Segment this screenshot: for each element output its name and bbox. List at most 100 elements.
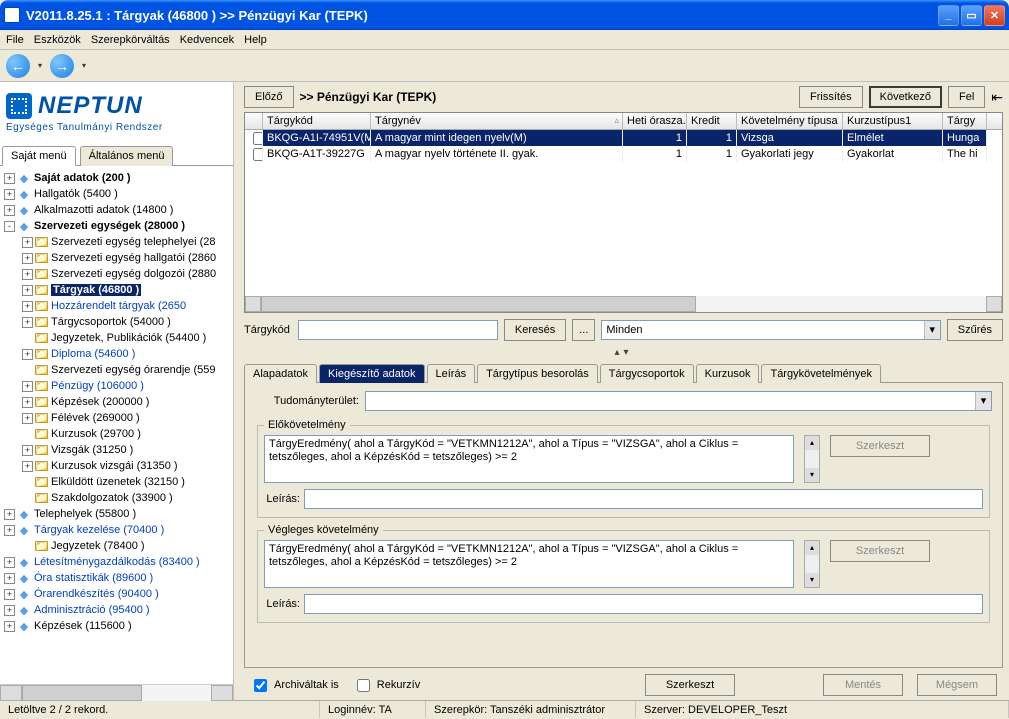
tree-item[interactable]: -Szervezeti egységek (28000 ) (2, 218, 231, 234)
grid-column-header[interactable]: Tárgykód (263, 113, 371, 129)
navigation-tree[interactable]: +Saját adatok (200 )+Hallgatók (5400 )+A… (0, 166, 233, 684)
tree-expand-icon[interactable]: - (4, 221, 15, 232)
menu-role[interactable]: Szerepkörváltás (91, 34, 170, 46)
tree-expand-icon[interactable]: + (22, 253, 33, 264)
tree-item[interactable]: +Tárgyak kezelése (70400 ) (2, 522, 231, 538)
tree-expand-icon[interactable]: + (4, 509, 15, 520)
row-checkbox[interactable] (253, 148, 263, 161)
row-checkbox[interactable] (253, 132, 263, 145)
grid-column-header[interactable] (245, 113, 263, 129)
recursive-checkbox[interactable]: Rekurzív (353, 676, 420, 695)
scroll-left-button[interactable] (0, 685, 22, 701)
tree-item[interactable]: Elküldött üzenetek (32150 ) (2, 474, 231, 490)
next-button[interactable]: Következő (869, 86, 942, 108)
finalreq-desc-input[interactable] (304, 594, 983, 614)
grid-column-header[interactable]: Kurzustípus1 (843, 113, 943, 129)
tree-expand-icon[interactable]: + (22, 269, 33, 280)
grid-column-header[interactable]: Kredit (687, 113, 737, 129)
tree-item[interactable]: Szakdolgozatok (33900 ) (2, 490, 231, 506)
search-button[interactable]: Keresés (504, 319, 566, 341)
tree-item[interactable]: +Telephelyek (55800 ) (2, 506, 231, 522)
tree-expand-icon[interactable]: + (22, 317, 33, 328)
filter-button[interactable]: Szűrés (947, 319, 1003, 341)
scroll-right-button[interactable] (211, 685, 233, 701)
tree-item[interactable]: +Pénzügy (106000 ) (2, 378, 231, 394)
tree-item[interactable]: +Tárgycsoportok (54000 ) (2, 314, 231, 330)
tree-expand-icon[interactable]: + (4, 557, 15, 568)
edit-button[interactable]: Szerkeszt (645, 674, 735, 696)
tree-item[interactable]: +Szervezeti egység telephelyei (28 (2, 234, 231, 250)
tree-item[interactable]: Jegyzetek (78400 ) (2, 538, 231, 554)
grid-column-header[interactable]: Heti órasza.. (623, 113, 687, 129)
tree-item[interactable]: +Hallgatók (5400 ) (2, 186, 231, 202)
pin-icon[interactable] (991, 89, 1003, 106)
menu-tools[interactable]: Eszközök (34, 34, 81, 46)
tree-item[interactable]: +Képzések (200000 ) (2, 394, 231, 410)
chevron-down-icon[interactable]: ▾ (975, 392, 991, 410)
tree-item[interactable]: +Órarendkészítés (90400 ) (2, 586, 231, 602)
tree-expand-icon[interactable]: + (22, 301, 33, 312)
detail-tab[interactable]: Tárgykövetelmények (761, 364, 881, 383)
prev-button[interactable]: Előző (244, 86, 294, 108)
nav-back-button[interactable]: ← (6, 54, 30, 78)
tree-item[interactable]: +Alkalmazotti adatok (14800 ) (2, 202, 231, 218)
tree-item[interactable]: +Képzések (115600 ) (2, 618, 231, 634)
tree-item[interactable]: +Óra statisztikák (89600 ) (2, 570, 231, 586)
finalreq-vscroll[interactable]: ▴▾ (804, 540, 820, 588)
grid-hscrollbar[interactable] (245, 296, 1002, 312)
recursive-checkbox-input[interactable] (357, 679, 370, 692)
splitter-handle[interactable]: ▴▾ (244, 347, 1003, 361)
menu-favorites[interactable]: Kedvencek (180, 34, 234, 46)
up-button[interactable]: Fel (948, 86, 985, 108)
nav-forward-dropdown[interactable]: ▾ (78, 61, 90, 70)
cancel-button[interactable]: Mégsem (917, 674, 997, 696)
tree-item[interactable]: +Hozzárendelt tárgyak (2650 (2, 298, 231, 314)
tree-expand-icon[interactable]: + (22, 461, 33, 472)
tree-item[interactable]: Kurzusok (29700 ) (2, 426, 231, 442)
grid-header[interactable]: TárgykódTárgynévHeti órasza..KreditKövet… (245, 113, 1002, 130)
prereq-desc-input[interactable] (304, 489, 983, 509)
search-more-button[interactable]: ... (572, 319, 595, 341)
tree-expand-icon[interactable]: + (4, 525, 15, 536)
nav-forward-button[interactable]: → (50, 54, 74, 78)
nav-back-dropdown[interactable]: ▾ (34, 61, 46, 70)
minimize-button[interactable]: _ (938, 5, 959, 26)
tree-expand-icon[interactable]: + (22, 285, 33, 296)
detail-tab[interactable]: Tárgytípus besorolás (477, 364, 598, 383)
maximize-button[interactable]: ▭ (961, 5, 982, 26)
filter-combo[interactable]: Minden ▾ (601, 320, 940, 340)
detail-tab[interactable]: Leírás (427, 364, 476, 383)
table-row[interactable]: BKQG-A1I-74951V(MA magyar mint idegen ny… (245, 130, 1002, 146)
chevron-down-icon[interactable]: ▾ (924, 321, 940, 339)
table-row[interactable]: BKQG-A1T-39227GA magyar nyelv története … (245, 146, 1002, 162)
science-combo[interactable]: ▾ (365, 391, 992, 411)
table-cell[interactable] (245, 130, 263, 146)
grid-scroll-thumb[interactable] (261, 296, 696, 312)
tree-item[interactable]: +Tárgyak (46800 ) (2, 282, 231, 298)
grid-column-header[interactable]: Követelmény típusa (737, 113, 843, 129)
tree-item[interactable]: +Szervezeti egység hallgatói (2860 (2, 250, 231, 266)
tab-general-menu[interactable]: Általános menü (80, 146, 174, 166)
tree-expand-icon[interactable]: + (22, 413, 33, 424)
menu-help[interactable]: Help (244, 34, 267, 46)
tree-item[interactable]: Szervezeti egység órarendje (559 (2, 362, 231, 378)
detail-tab[interactable]: Tárgycsoportok (600, 364, 694, 383)
tree-expand-icon[interactable]: + (22, 397, 33, 408)
refresh-button[interactable]: Frissítés (799, 86, 863, 108)
tree-item[interactable]: +Vizsgák (31250 ) (2, 442, 231, 458)
archived-checkbox-input[interactable] (254, 679, 267, 692)
grid-scroll-left[interactable] (245, 296, 261, 312)
tree-item[interactable]: +Diploma (54600 ) (2, 346, 231, 362)
tree-item[interactable]: +Szervezeti egység dolgozói (2880 (2, 266, 231, 282)
tree-item[interactable]: +Kurzusok vizsgái (31350 ) (2, 458, 231, 474)
tab-own-menu[interactable]: Saját menü (2, 146, 76, 166)
tree-expand-icon[interactable]: + (22, 237, 33, 248)
prerequisite-edit-button[interactable]: Szerkeszt (830, 435, 930, 457)
tree-item[interactable]: +Saját adatok (200 ) (2, 170, 231, 186)
grid-column-header[interactable]: Tárgynév (371, 113, 623, 129)
detail-tab[interactable]: Kurzusok (696, 364, 760, 383)
detail-tab[interactable]: Kiegészítő adatok (319, 364, 424, 383)
prerequisite-text[interactable]: TárgyEredmény( ahol a TárgyKód = "VETKMN… (264, 435, 794, 483)
tree-item[interactable]: +Félévek (269000 ) (2, 410, 231, 426)
grid-scroll-right[interactable] (986, 296, 1002, 312)
